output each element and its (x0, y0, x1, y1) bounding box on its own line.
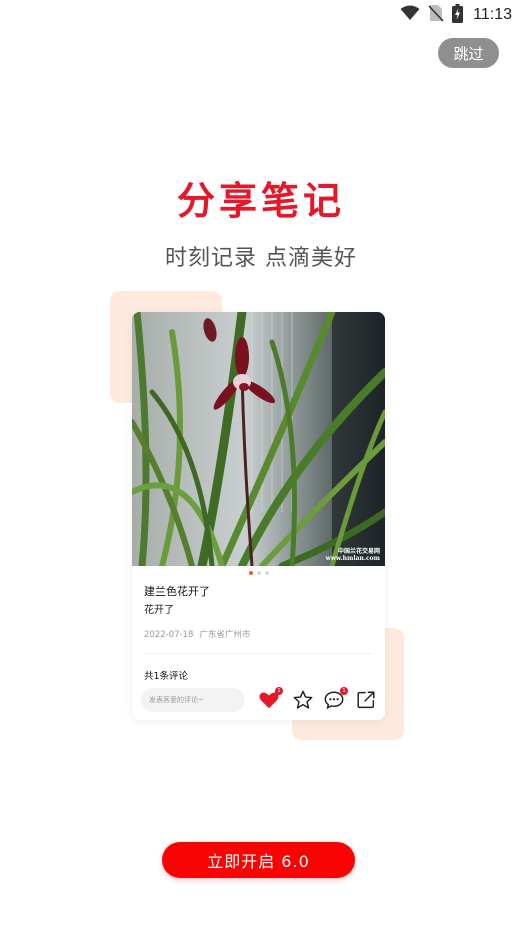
comments-count: 共1条评论 (144, 671, 189, 682)
note-meta: 2022-07-18 广东省广州市 (144, 628, 250, 640)
like-count-badge: 1 (275, 687, 283, 695)
comment-input[interactable]: 发表客爱的评论~ (141, 688, 245, 712)
status-time: 11:13 (473, 6, 512, 23)
pager-dot (264, 571, 269, 575)
photo-watermark: 中国兰花交易网 www.hmlan.com (325, 548, 380, 562)
image-pager-dots (132, 571, 385, 575)
no-sim-icon (428, 4, 444, 26)
star-icon (293, 690, 313, 709)
wifi-icon (400, 5, 420, 25)
note-date: 2022-07-18 (144, 630, 194, 640)
battery-charging-icon (452, 3, 464, 27)
pager-dot (248, 571, 253, 575)
status-icons: 11:13 (400, 3, 512, 27)
note-location: 广东省广州市 (199, 630, 251, 640)
skip-button[interactable]: 跳过 (438, 38, 499, 68)
status-bar: 11:13 (0, 0, 522, 30)
favorite-button[interactable] (292, 689, 314, 711)
share-icon (357, 691, 375, 709)
note-preview-card: 中国兰花交易网 www.hmlan.com 建兰色花开了 花开了 2022-07… (132, 312, 385, 720)
subheadline: 时刻记录 点滴美好 (165, 246, 357, 271)
divider (144, 653, 373, 654)
note-photo: 中国兰花交易网 www.hmlan.com (132, 312, 385, 566)
pager-dot (256, 571, 261, 575)
note-body: 花开了 (144, 605, 174, 616)
like-button[interactable]: 1 (258, 687, 283, 711)
start-button[interactable]: 立即开启 6.0 (162, 842, 355, 878)
headline: 分享笔记 (176, 179, 345, 223)
share-button[interactable] (355, 689, 377, 711)
note-title: 建兰色花开了 (144, 585, 210, 598)
comment-button[interactable]: 1 (323, 687, 348, 711)
comment-count-badge: 1 (340, 687, 348, 695)
